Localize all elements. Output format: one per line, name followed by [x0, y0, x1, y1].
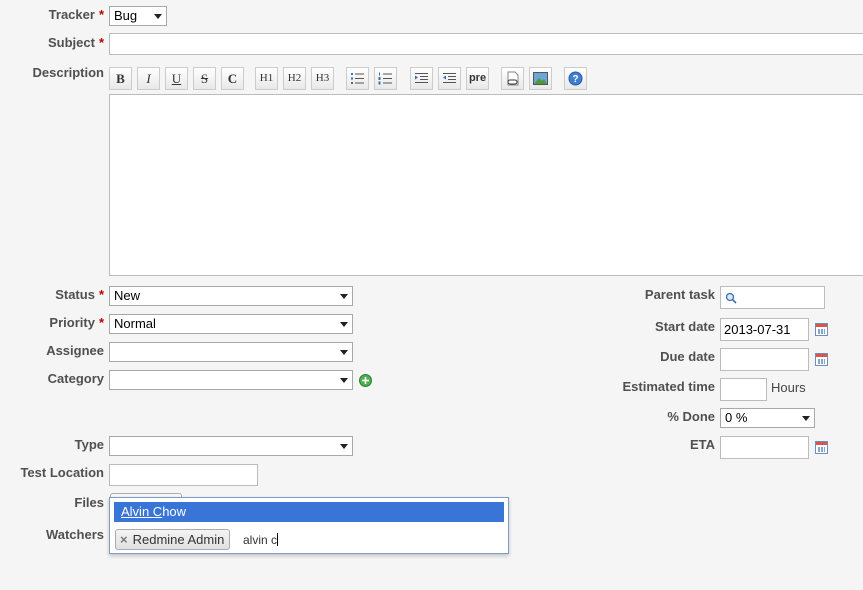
- test-location-input[interactable]: [109, 464, 258, 486]
- status-select[interactable]: New: [109, 286, 353, 306]
- unordered-list-button[interactable]: [346, 67, 369, 90]
- italic-button[interactable]: I: [137, 67, 160, 90]
- chevron-down-icon: [802, 416, 810, 421]
- ordered-list-button[interactable]: [374, 67, 397, 90]
- eta-label: ETA: [689, 437, 715, 452]
- test-location-label: Test Location: [20, 465, 104, 480]
- description-textarea[interactable]: [109, 94, 863, 276]
- help-icon: ?: [568, 71, 583, 86]
- category-select[interactable]: [109, 370, 353, 390]
- chevron-down-icon: [340, 294, 348, 299]
- tracker-select[interactable]: Bug: [109, 6, 167, 26]
- type-label: Type: [74, 437, 104, 452]
- indent-icon: [415, 73, 428, 83]
- assignee-select[interactable]: [109, 342, 353, 362]
- eta-input[interactable]: [720, 436, 809, 459]
- image-button[interactable]: [529, 67, 552, 90]
- add-category-icon[interactable]: [359, 374, 372, 387]
- watcher-search-input[interactable]: alvin c: [243, 531, 279, 549]
- start-date-input[interactable]: 2013-07-31: [720, 318, 809, 341]
- due-date-input[interactable]: [720, 348, 809, 371]
- numbered-list-icon: [378, 72, 392, 85]
- bold-button[interactable]: B: [109, 67, 132, 90]
- start-date-label: Start date: [655, 319, 715, 334]
- suggestion-rest-text: how: [162, 504, 187, 519]
- chevron-down-icon: [154, 14, 162, 19]
- outdent-button[interactable]: [438, 67, 461, 90]
- watchers-label: Watchers: [45, 527, 104, 542]
- tracker-label: Tracker *: [48, 7, 104, 22]
- bullet-list-icon: [351, 73, 364, 84]
- calendar-icon[interactable]: [815, 353, 828, 366]
- subject-label: Subject *: [47, 35, 104, 50]
- status-label: Status *: [55, 287, 104, 302]
- estimated-time-label: Estimated time: [622, 379, 715, 394]
- parent-task-label: Parent task: [644, 287, 715, 302]
- search-icon: [725, 292, 737, 304]
- subject-input[interactable]: [109, 33, 863, 55]
- tracker-value: Bug: [114, 8, 138, 23]
- outdent-icon: [443, 73, 456, 83]
- parent-task-input[interactable]: [720, 286, 825, 309]
- svg-text:?: ?: [572, 74, 578, 85]
- watcher-chip-label: Redmine Admin: [132, 532, 225, 547]
- remove-watcher-icon[interactable]: ×: [120, 532, 128, 547]
- percent-done-value: 0 %: [725, 410, 748, 425]
- heading-2-button[interactable]: H2: [283, 67, 306, 90]
- chevron-down-icon: [340, 378, 348, 383]
- status-value: New: [114, 288, 141, 303]
- underline-button[interactable]: U: [165, 67, 188, 90]
- code-button[interactable]: C: [221, 67, 244, 90]
- category-label: Category: [47, 371, 104, 386]
- watcher-suggestion[interactable]: Alvin Chow: [114, 502, 504, 522]
- chevron-down-icon: [340, 444, 348, 449]
- priority-label: Priority *: [49, 315, 104, 330]
- watcher-chip: × Redmine Admin: [115, 529, 231, 550]
- calendar-icon[interactable]: [815, 323, 828, 336]
- estimated-time-input[interactable]: [720, 378, 767, 401]
- priority-select[interactable]: Normal: [109, 314, 353, 334]
- link-button[interactable]: [501, 67, 524, 90]
- chevron-down-icon: [340, 322, 348, 327]
- suggestion-match-text: Alvin C: [121, 504, 163, 519]
- indent-button[interactable]: [410, 67, 433, 90]
- watcher-typed-text: alvin c: [243, 533, 278, 547]
- assignee-label: Assignee: [46, 343, 104, 358]
- watchers-autocomplete[interactable]: Alvin Chow × Redmine Admin alvin c: [109, 497, 509, 554]
- heading-1-button[interactable]: H1: [255, 67, 278, 90]
- due-date-label: Due date: [660, 349, 715, 364]
- link-icon: [507, 71, 519, 86]
- percent-done-select[interactable]: 0 %: [720, 408, 815, 428]
- calendar-icon[interactable]: [815, 441, 828, 454]
- hours-unit-label: Hours: [771, 380, 806, 395]
- files-label: Files: [74, 495, 104, 510]
- priority-value: Normal: [114, 316, 156, 331]
- chevron-down-icon: [340, 350, 348, 355]
- percent-done-label: % Done: [667, 409, 715, 424]
- type-select[interactable]: [109, 436, 353, 456]
- help-button[interactable]: ?: [564, 67, 587, 90]
- preformatted-button[interactable]: pre: [466, 67, 489, 90]
- heading-3-button[interactable]: H3: [311, 67, 334, 90]
- image-icon: [533, 72, 548, 85]
- strikethrough-button[interactable]: S: [193, 67, 216, 90]
- text-cursor: [277, 533, 279, 546]
- description-label: Description: [32, 65, 104, 80]
